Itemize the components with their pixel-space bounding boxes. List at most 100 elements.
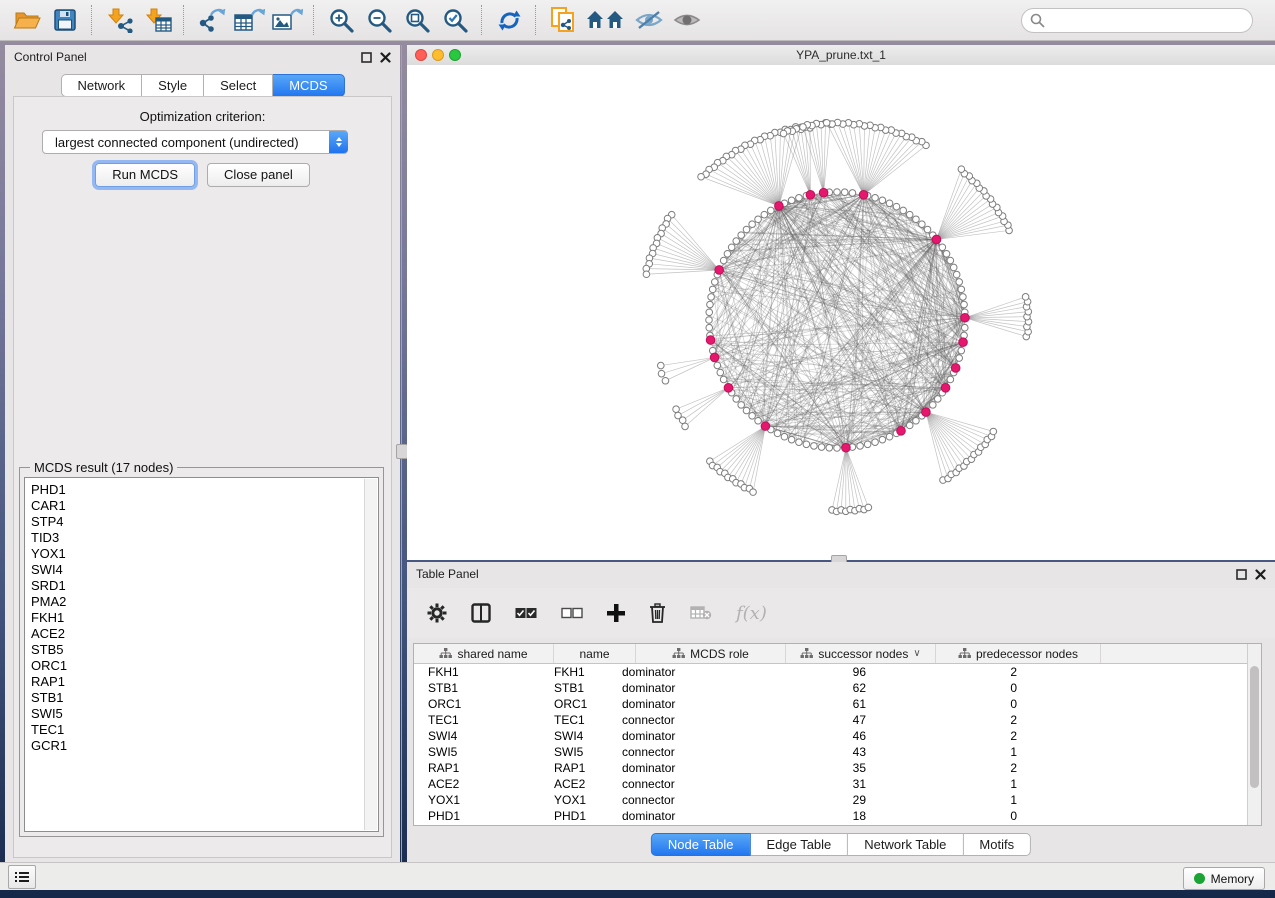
import-network-icon[interactable] — [102, 5, 136, 35]
criterion-dropdown[interactable]: largest connected component (undirected) — [42, 130, 348, 154]
export-network-icon[interactable] — [194, 5, 228, 35]
graph-node[interactable] — [958, 166, 965, 173]
graph-node[interactable] — [709, 286, 716, 293]
task-history-button[interactable] — [8, 865, 36, 889]
graph-node[interactable] — [733, 396, 740, 403]
graph-node[interactable] — [906, 211, 913, 218]
table-row[interactable]: YOX1YOX1connector291 — [414, 792, 1261, 808]
graph-node[interactable] — [934, 396, 941, 403]
zoom-in-icon[interactable] — [324, 5, 358, 35]
graph-node[interactable] — [818, 444, 825, 451]
mcds-result-item[interactable]: STB1 — [25, 690, 378, 706]
tab-edge-table[interactable]: Edge Table — [750, 833, 848, 856]
graph-node[interactable] — [761, 211, 768, 218]
graph-node[interactable] — [679, 417, 686, 424]
graph-node[interactable] — [657, 362, 664, 369]
graph-node[interactable] — [879, 197, 886, 204]
hide-selected-icon[interactable] — [632, 5, 666, 35]
graph-node[interactable] — [738, 232, 745, 239]
graph-node[interactable] — [849, 190, 856, 197]
graph-node[interactable] — [943, 250, 950, 257]
mcds-result-item[interactable]: PHD1 — [25, 482, 378, 498]
mcds-hub-node[interactable] — [806, 190, 815, 199]
graph-node[interactable] — [865, 504, 872, 511]
graph-node[interactable] — [788, 197, 795, 204]
graph-node[interactable] — [743, 226, 750, 233]
zoom-out-icon[interactable] — [362, 5, 396, 35]
mcds-result-item[interactable]: FKH1 — [25, 610, 378, 626]
graph-node[interactable] — [956, 355, 963, 362]
graph-node[interactable] — [698, 173, 705, 180]
graph-node[interactable] — [682, 423, 689, 430]
network-window-titlebar[interactable]: YPA_prune.txt_1 — [407, 45, 1275, 66]
graph-node[interactable] — [738, 402, 745, 409]
mcds-hub-node[interactable] — [724, 384, 733, 393]
graph-node[interactable] — [720, 376, 727, 383]
column-header-predecessor-nodes[interactable]: predecessor nodes — [936, 644, 1101, 663]
search-field[interactable] — [1021, 8, 1253, 33]
close-table-panel-icon[interactable] — [1255, 569, 1266, 580]
graph-node[interactable] — [706, 324, 713, 331]
graph-node[interactable] — [953, 271, 960, 278]
open-session-icon[interactable] — [10, 5, 44, 35]
graph-node[interactable] — [958, 347, 965, 354]
mcds-result-list[interactable]: PHD1CAR1STP4TID3YOX1SWI4SRD1PMA2FKH1ACE2… — [24, 477, 379, 832]
graph-node[interactable] — [961, 324, 968, 331]
mcds-hub-node[interactable] — [951, 364, 960, 373]
mcds-result-item[interactable]: TID3 — [25, 530, 378, 546]
column-header-name[interactable]: name — [554, 644, 636, 663]
graph-node[interactable] — [913, 216, 920, 223]
graph-node[interactable] — [714, 362, 721, 369]
graph-node[interactable] — [796, 439, 803, 446]
column-header-successor-nodes[interactable]: successor nodes∨ — [786, 644, 936, 663]
mcds-hub-node[interactable] — [932, 235, 941, 244]
graph-node[interactable] — [750, 489, 757, 496]
graph-node[interactable] — [879, 436, 886, 443]
table-row[interactable]: ORC1ORC1dominator610 — [414, 696, 1261, 712]
mcds-result-item[interactable]: ORC1 — [25, 658, 378, 674]
add-column-icon[interactable] — [607, 604, 625, 622]
graph-node[interactable] — [893, 203, 900, 210]
graph-node[interactable] — [872, 194, 879, 201]
graph-node[interactable] — [913, 417, 920, 424]
show-all-icon[interactable] — [670, 5, 704, 35]
graph-node[interactable] — [960, 294, 967, 301]
graph-node[interactable] — [886, 200, 893, 207]
table-row[interactable]: SWI5SWI5connector431 — [414, 744, 1261, 760]
graph-node[interactable] — [767, 207, 774, 214]
mcds-hub-node[interactable] — [897, 427, 906, 436]
graph-node[interactable] — [811, 443, 818, 450]
graph-node[interactable] — [662, 377, 669, 384]
graph-node[interactable] — [826, 444, 833, 451]
graph-node[interactable] — [711, 279, 718, 286]
graph-node[interactable] — [919, 221, 926, 228]
graph-node[interactable] — [1022, 294, 1029, 301]
mcds-hub-node[interactable] — [959, 338, 968, 347]
mcds-result-item[interactable]: SWI4 — [25, 562, 378, 578]
delete-column-icon[interactable] — [649, 603, 666, 623]
mcds-result-item[interactable]: GCR1 — [25, 738, 378, 754]
table-scrollbar[interactable] — [1247, 644, 1261, 825]
tab-style[interactable]: Style — [142, 74, 204, 97]
memory-button[interactable]: Memory — [1183, 867, 1265, 890]
graph-node[interactable] — [708, 294, 715, 301]
zoom-selected-icon[interactable] — [438, 5, 472, 35]
select-all-check-icon[interactable] — [515, 607, 537, 619]
column-view-icon[interactable] — [471, 603, 491, 623]
tab-mcds[interactable]: MCDS — [273, 74, 344, 97]
result-list-scrollbar[interactable] — [364, 479, 377, 830]
graph-node[interactable] — [958, 286, 965, 293]
table-row[interactable]: TEC1TEC1connector472 — [414, 712, 1261, 728]
graph-node[interactable] — [930, 402, 937, 409]
mcds-hub-node[interactable] — [710, 353, 719, 362]
graph-node[interactable] — [841, 189, 848, 196]
graph-node[interactable] — [800, 124, 807, 131]
mcds-hub-node[interactable] — [706, 336, 715, 345]
graph-node[interactable] — [673, 406, 680, 413]
graph-node[interactable] — [788, 436, 795, 443]
graph-node[interactable] — [834, 189, 841, 196]
table-options-icon[interactable] — [427, 603, 447, 623]
mcds-hub-node[interactable] — [761, 422, 770, 431]
table-row[interactable]: RAP1RAP1dominator352 — [414, 760, 1261, 776]
tab-node-table[interactable]: Node Table — [651, 833, 751, 856]
